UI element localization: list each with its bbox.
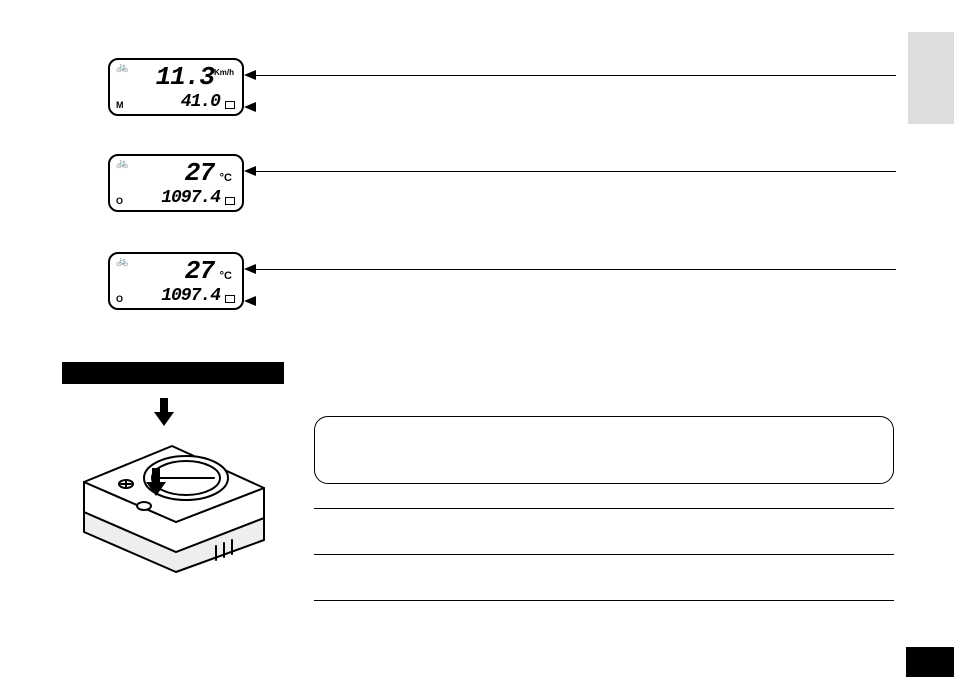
arrow-head-icon	[244, 70, 256, 80]
section-heading-bar	[62, 362, 284, 384]
bottom-unit-box	[225, 101, 235, 109]
bottom-value: 1097.4	[161, 188, 220, 208]
bottom-value: 41.0	[181, 92, 220, 112]
arrow-down-icon	[154, 398, 174, 426]
lcd-display-3: 🚲 O 27 °C 1097.4	[108, 252, 244, 310]
leader-line	[256, 269, 896, 270]
mode-letter: O	[116, 294, 123, 304]
mode-letter: M	[116, 100, 124, 110]
bottom-unit-box	[225, 197, 235, 205]
bottom-value: 1097.4	[161, 286, 220, 306]
bottom-unit-box	[225, 295, 235, 303]
arrow-head-icon	[244, 296, 256, 306]
mode-letter: O	[116, 196, 123, 206]
arrow-head-icon	[244, 102, 256, 112]
arrow-down-icon	[146, 468, 166, 496]
top-unit: Km/h	[214, 68, 234, 77]
lcd-display-1: 🚲 M 11.3 Km/h 41.0	[108, 58, 244, 116]
device-illustration	[66, 400, 282, 580]
lcd-display-2: 🚲 O 27 °C 1097.4	[108, 154, 244, 212]
note-box	[314, 416, 894, 484]
page-tab-top	[908, 32, 954, 124]
bike-icon: 🚲	[116, 63, 128, 73]
hr-line	[314, 508, 894, 509]
leader-line	[256, 171, 896, 172]
page-corner-bottom	[906, 647, 954, 677]
top-value: 11.3	[156, 62, 214, 92]
top-unit: °C	[220, 270, 232, 282]
bike-icon: 🚲	[116, 159, 128, 169]
top-unit: °C	[220, 172, 232, 184]
top-value: 27	[185, 256, 214, 286]
arrow-head-icon	[244, 264, 256, 274]
leader-line	[256, 75, 896, 76]
top-value: 27	[185, 158, 214, 188]
bike-icon: 🚲	[116, 257, 128, 267]
hr-line	[314, 600, 894, 601]
arrow-head-icon	[244, 166, 256, 176]
hr-line	[314, 554, 894, 555]
